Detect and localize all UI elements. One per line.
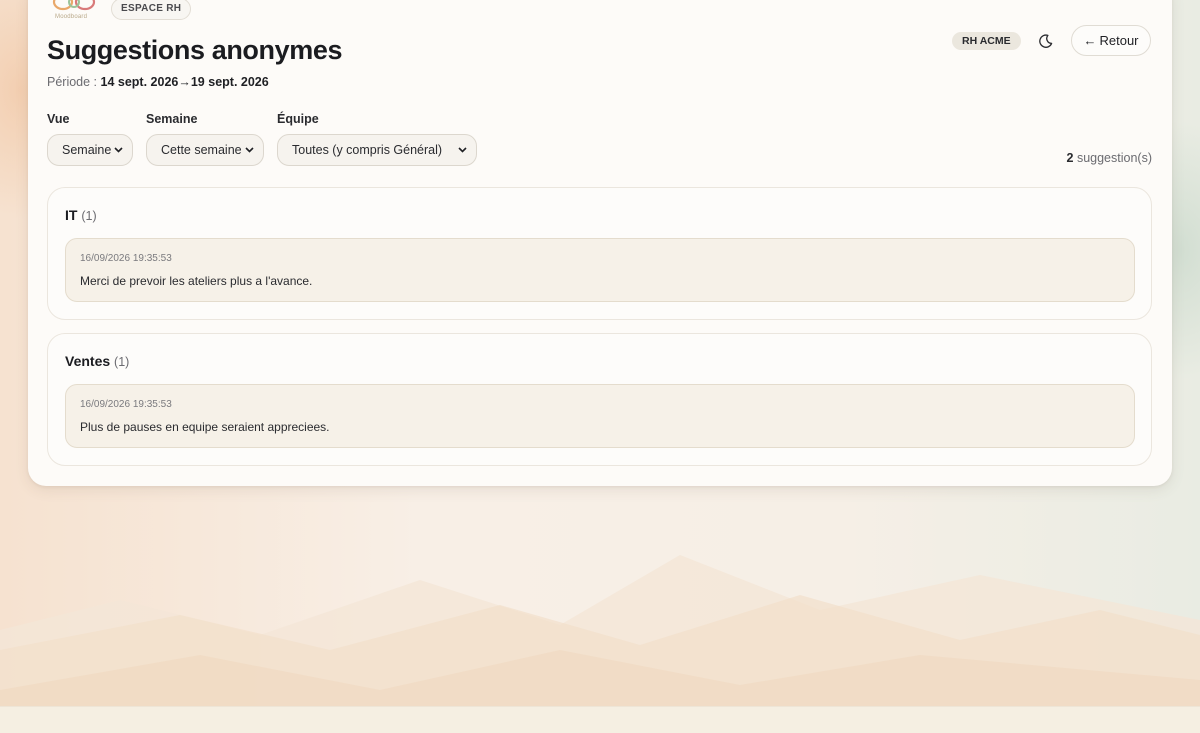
- week-select[interactable]: Cette semaine: [146, 134, 264, 166]
- space-tag: ESPACE RH: [111, 0, 192, 20]
- period-end: 19 sept. 2026: [190, 75, 269, 89]
- logo-text: Moodboard: [55, 14, 88, 20]
- period-label: Période :: [47, 75, 98, 89]
- period-start: 14 sept. 2026: [100, 75, 179, 89]
- suggestion-count-label: suggestion(s): [1076, 151, 1152, 165]
- suggestion-timestamp: 16/09/2026 19:35:53: [80, 399, 172, 410]
- page-title: Suggestions anonymes: [47, 35, 343, 65]
- back-button[interactable]: ← Retour: [1071, 25, 1151, 56]
- period-range: Période : 14 sept. 2026→19 sept. 2026: [47, 75, 269, 89]
- chevron-down-icon: [114, 147, 123, 153]
- group-name: Ventes: [65, 353, 111, 369]
- group-count: (1): [114, 355, 130, 369]
- footer-strip: [0, 706, 1200, 733]
- arrow-left-icon: ←: [1083, 33, 1097, 48]
- chevron-down-icon: [245, 147, 254, 153]
- org-badge: RH ACME: [952, 32, 1021, 50]
- week-select-value: Cette semaine: [161, 143, 242, 157]
- team-filter-label: Équipe: [277, 112, 319, 126]
- group-count: (1): [81, 209, 97, 223]
- theme-toggle-button[interactable]: [1034, 30, 1056, 52]
- suggestion-count: 2 suggestion(s): [1067, 151, 1152, 165]
- team-select[interactable]: Toutes (y compris Général): [277, 134, 477, 166]
- view-select-value: Semaine: [62, 143, 112, 157]
- suggestion-text: Plus de pauses en equipe seraient apprec…: [80, 420, 330, 434]
- week-filter-label: Semaine: [146, 112, 198, 126]
- group-name: IT: [65, 207, 78, 223]
- team-select-value: Toutes (y compris Général): [292, 143, 443, 157]
- suggestion-timestamp: 16/09/2026 19:35:53: [80, 253, 172, 264]
- group-card-it: IT (1) 16/09/2026 19:35:53 Merci de prev…: [47, 187, 1152, 320]
- chevron-down-icon: [458, 147, 467, 153]
- view-filter-label: Vue: [47, 112, 70, 126]
- suggestion-count-number: 2: [1066, 151, 1074, 165]
- group-title: Ventes (1): [65, 353, 129, 369]
- period-arrow: →: [178, 75, 191, 89]
- suggestion-text: Merci de prevoir les ateliers plus a l'a…: [80, 274, 313, 288]
- view-select[interactable]: Semaine: [47, 134, 133, 166]
- suggestion-item: 16/09/2026 19:35:53 Merci de prevoir les…: [65, 238, 1135, 302]
- group-title: IT (1): [65, 207, 97, 223]
- group-card-ventes: Ventes (1) 16/09/2026 19:35:53 Plus de p…: [47, 333, 1152, 466]
- suggestion-item: 16/09/2026 19:35:53 Plus de pauses en eq…: [65, 384, 1135, 448]
- moon-icon: [1038, 33, 1052, 48]
- mountains-decoration: [0, 555, 1200, 710]
- back-button-label: Retour: [1099, 33, 1139, 48]
